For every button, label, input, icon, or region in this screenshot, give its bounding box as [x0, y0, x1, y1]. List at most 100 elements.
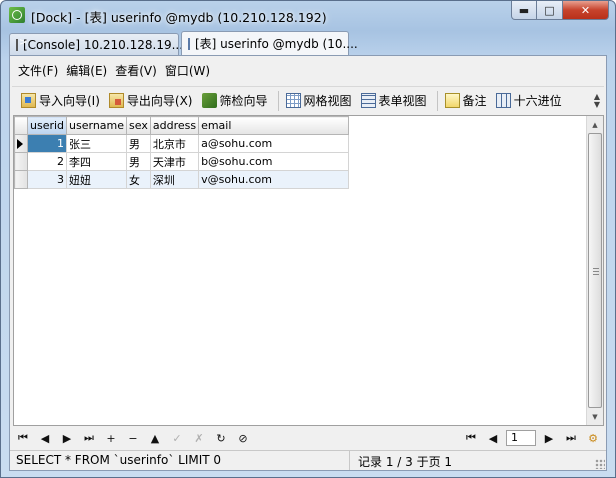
export-wizard-button[interactable]: 导出向导(X) — [106, 90, 196, 112]
table-row[interactable]: 2 李四 男 天津市 b@sohu.com — [14, 152, 350, 171]
next-record-icon[interactable]: ▶ — [56, 429, 78, 447]
scroll-up-icon[interactable]: ▲ — [587, 116, 603, 133]
column-header-username[interactable]: username — [66, 116, 128, 135]
memo-label: 备注 — [462, 94, 487, 108]
hex-label: 十六进位 — [513, 94, 562, 108]
toolbar-separator — [277, 90, 279, 111]
column-header-sex[interactable]: sex — [126, 116, 151, 135]
first-page-icon[interactable]: ⏮ — [460, 429, 482, 447]
filter-icon — [201, 93, 217, 108]
import-wizard-label: 导入向导(I) — [39, 94, 100, 108]
scrollbar-thumb[interactable] — [588, 133, 602, 408]
status-sql-query: SELECT * FROM `userinfo` LIMIT 0 — [10, 451, 350, 470]
import-wizard-button[interactable]: 导入向导(I) — [18, 90, 103, 112]
record-navigator: ⏮ ◀ ▶ ⏭ + − ▲ ✓ ✗ ↻ ⊘ ⏮ ◀ 1 ▶ ⏭ ⚙ — [12, 428, 604, 448]
column-header-email[interactable]: email — [198, 116, 350, 135]
page-navigator: ⏮ ◀ 1 ▶ ⏭ ⚙ — [460, 429, 604, 447]
table-icon — [188, 37, 190, 50]
window-title: [Dock] - [表] userinfo @mydb (10.210.128.… — [31, 10, 327, 25]
maximize-button[interactable]: □ — [537, 1, 563, 20]
cell-username[interactable]: 张三 — [66, 134, 128, 153]
toolbar: 导入向导(I) 导出向导(X) 筛检向导 网格视图 表单视图 备注 十六进位 ▲… — [12, 86, 604, 114]
row-header-corner — [14, 116, 28, 135]
tab-userinfo-table[interactable]: [表] userinfo @mydb (10.... — [181, 31, 358, 55]
add-record-icon[interactable]: + — [100, 429, 122, 447]
cell-sex[interactable]: 男 — [126, 152, 151, 171]
cell-address[interactable]: 天津市 — [149, 152, 200, 171]
status-bar: SELECT * FROM `userinfo` LIMIT 0 记录 1 / … — [10, 450, 606, 470]
cell-email[interactable]: b@sohu.com — [198, 152, 350, 171]
refresh-icon[interactable]: ↻ — [210, 429, 232, 447]
page-number-input[interactable]: 1 — [506, 430, 536, 446]
menu-view[interactable]: 查看(V) — [115, 62, 157, 79]
memo-icon — [444, 93, 460, 108]
row-indicator[interactable] — [14, 170, 28, 189]
minimize-button[interactable]: ▬ — [511, 1, 537, 20]
menu-edit[interactable]: 编辑(E) — [66, 62, 107, 79]
delete-record-icon[interactable]: − — [122, 429, 144, 447]
resize-grip-icon[interactable] — [595, 459, 605, 469]
cell-sex[interactable]: 男 — [126, 134, 151, 153]
toolbar-overflow-icon[interactable]: ▲ ▼ — [594, 93, 600, 109]
cell-userid[interactable]: 3 — [26, 170, 68, 189]
status-record-count: 记录 1 / 3 于页 1 — [358, 455, 453, 469]
next-page-icon[interactable]: ▶ — [538, 429, 560, 447]
table-editor-panel: 文件(F) 编辑(E) 查看(V) 窗口(W) 导入向导(I) 导出向导(X) … — [9, 55, 607, 471]
cell-email[interactable]: a@sohu.com — [198, 134, 350, 153]
hex-button[interactable]: 十六进位 — [493, 90, 565, 112]
cell-sex[interactable]: 女 — [126, 170, 151, 189]
menu-window[interactable]: 窗口(W) — [165, 62, 210, 79]
row-indicator[interactable] — [14, 134, 28, 153]
page-settings-icon[interactable]: ⚙ — [582, 429, 604, 447]
cancel-changes-icon[interactable]: ✗ — [188, 429, 210, 447]
apply-changes-icon[interactable]: ✓ — [166, 429, 188, 447]
form-view-label: 表单视图 — [378, 94, 427, 108]
table-row[interactable]: 3 妞妞 女 深圳 v@sohu.com — [14, 170, 350, 189]
cell-address[interactable]: 深圳 — [149, 170, 200, 189]
grid-view-icon — [285, 93, 301, 108]
cell-userid[interactable]: 1 — [26, 134, 68, 153]
last-page-icon[interactable]: ⏭ — [560, 429, 582, 447]
import-icon — [21, 93, 36, 108]
export-wizard-label: 导出向导(X) — [126, 94, 193, 108]
current-row-arrow-icon — [17, 139, 23, 149]
last-record-icon[interactable]: ⏭ — [78, 429, 100, 447]
form-view-icon — [360, 93, 376, 108]
menu-file[interactable]: 文件(F) — [18, 62, 58, 79]
column-header-userid[interactable]: userid — [26, 116, 68, 135]
filter-wizard-label: 筛检向导 — [219, 94, 268, 108]
table-row[interactable]: 1 张三 男 北京市 a@sohu.com — [14, 134, 350, 153]
prev-record-icon[interactable]: ◀ — [34, 429, 56, 447]
filter-wizard-button[interactable]: 筛检向导 — [199, 90, 271, 112]
tab-console-label: [Console] 10.210.128.19... — [23, 37, 184, 52]
navicat-app-icon — [9, 7, 25, 23]
prev-page-icon[interactable]: ◀ — [482, 429, 504, 447]
vertical-scrollbar[interactable]: ▲ ▼ — [586, 116, 603, 425]
first-record-icon[interactable]: ⏮ — [12, 429, 34, 447]
form-view-button[interactable]: 表单视图 — [358, 90, 430, 112]
cell-email[interactable]: v@sohu.com — [198, 170, 350, 189]
cell-userid[interactable]: 2 — [26, 152, 68, 171]
data-grid[interactable]: userid username sex address email 1 张三 男… — [13, 115, 604, 426]
tab-bar: [Console] 10.210.128.19... [表] userinfo … — [9, 31, 607, 55]
grid-view-button[interactable]: 网格视图 — [283, 90, 355, 112]
scroll-down-icon[interactable]: ▼ — [587, 408, 603, 425]
window-controls: ▬ □ ✕ — [511, 1, 609, 21]
grid-view-label: 网格视图 — [303, 94, 352, 108]
menu-bar: 文件(F) 编辑(E) 查看(V) 窗口(W) — [10, 56, 606, 84]
tab-console[interactable]: [Console] 10.210.128.19... — [9, 33, 183, 55]
edit-record-icon[interactable]: ▲ — [144, 429, 166, 447]
column-header-address[interactable]: address — [149, 116, 200, 135]
toolbar-separator — [436, 90, 438, 111]
console-icon — [16, 37, 27, 51]
close-button[interactable]: ✕ — [563, 1, 609, 20]
scrollbar-grip-icon — [593, 267, 599, 275]
memo-button[interactable]: 备注 — [442, 90, 490, 112]
row-indicator[interactable] — [14, 152, 28, 171]
cell-address[interactable]: 北京市 — [149, 134, 200, 153]
cell-username[interactable]: 妞妞 — [66, 170, 128, 189]
export-icon — [108, 93, 124, 108]
tab-table-label: [表] userinfo @mydb (10.... — [195, 37, 358, 51]
cell-username[interactable]: 李四 — [66, 152, 128, 171]
stop-icon[interactable]: ⊘ — [232, 429, 254, 447]
